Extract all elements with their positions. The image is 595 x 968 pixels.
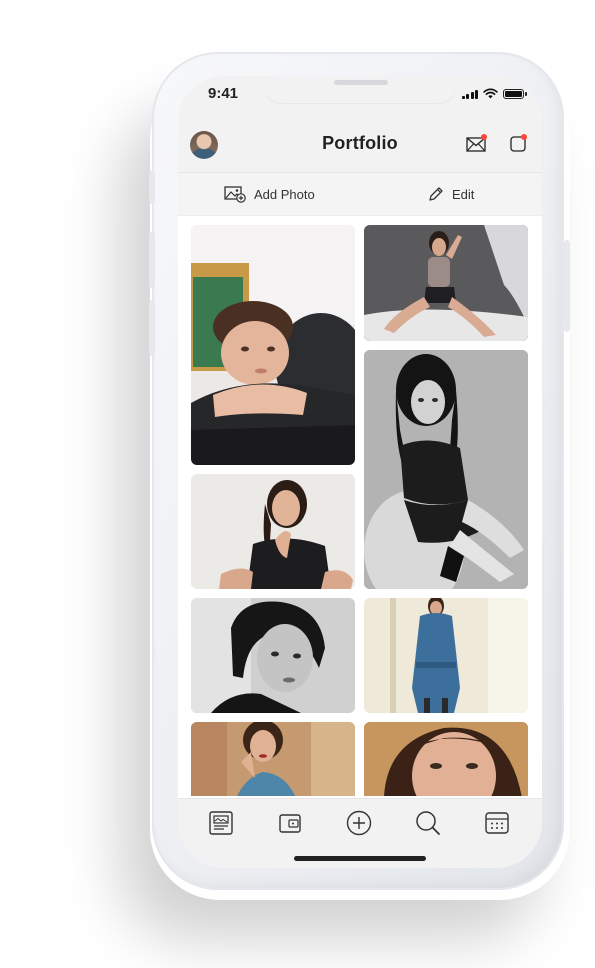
volume-down-button	[149, 300, 155, 356]
mute-switch	[149, 170, 155, 204]
mail-button[interactable]	[466, 134, 487, 157]
status-time: 9:41	[208, 85, 239, 102]
photo-item[interactable]	[364, 598, 528, 713]
photo-image	[364, 722, 528, 796]
photo-image	[191, 598, 355, 713]
photo-grid	[178, 216, 542, 796]
photo-image	[191, 225, 355, 465]
photo-item[interactable]	[364, 722, 528, 796]
add-icon	[346, 810, 372, 836]
speaker	[334, 80, 388, 85]
add-photo-button[interactable]: Add Photo	[224, 173, 315, 215]
photo-item[interactable]	[364, 350, 528, 589]
status-icons	[461, 88, 527, 99]
add-photo-icon	[224, 186, 246, 203]
tab-search[interactable]	[414, 809, 442, 837]
tab-add[interactable]	[345, 809, 373, 837]
photo-item[interactable]	[191, 474, 355, 589]
photo-image	[191, 722, 355, 796]
edit-label: Edit	[452, 186, 475, 202]
photo-item[interactable]	[364, 225, 528, 341]
power-button	[564, 240, 570, 332]
wifi-icon	[483, 88, 498, 99]
header: 9:41 Portfolio	[178, 76, 542, 172]
signal-icon	[461, 89, 478, 99]
home-indicator	[294, 856, 426, 861]
notification-badge	[521, 134, 527, 140]
notch	[262, 76, 458, 104]
tab-wallet[interactable]	[276, 809, 304, 837]
photo-item[interactable]	[191, 722, 355, 796]
photo-image	[364, 598, 528, 713]
tab-bar	[178, 798, 542, 868]
add-photo-label: Add Photo	[254, 186, 315, 202]
calendar-icon	[485, 812, 509, 834]
phone-screen: 9:41 Portfolio Add Photo Edit	[178, 76, 542, 868]
photo-image	[364, 350, 528, 589]
portfolio-icon	[209, 811, 233, 835]
page-title: Portfolio	[322, 133, 398, 153]
photo-image	[191, 474, 355, 589]
notification-button[interactable]	[510, 134, 527, 157]
volume-up-button	[149, 232, 155, 288]
edit-button[interactable]: Edit	[428, 173, 474, 215]
photo-image	[364, 225, 528, 341]
search-icon	[416, 811, 440, 835]
tab-calendar[interactable]	[483, 809, 511, 837]
wallet-icon	[279, 814, 301, 833]
battery-icon	[503, 88, 527, 99]
mail-badge	[481, 134, 487, 140]
photo-item[interactable]	[191, 598, 355, 713]
pencil-icon	[429, 187, 443, 201]
action-bar: Add Photo Edit	[178, 172, 542, 216]
photo-item[interactable]	[191, 225, 355, 465]
tab-portfolio[interactable]	[207, 809, 235, 837]
